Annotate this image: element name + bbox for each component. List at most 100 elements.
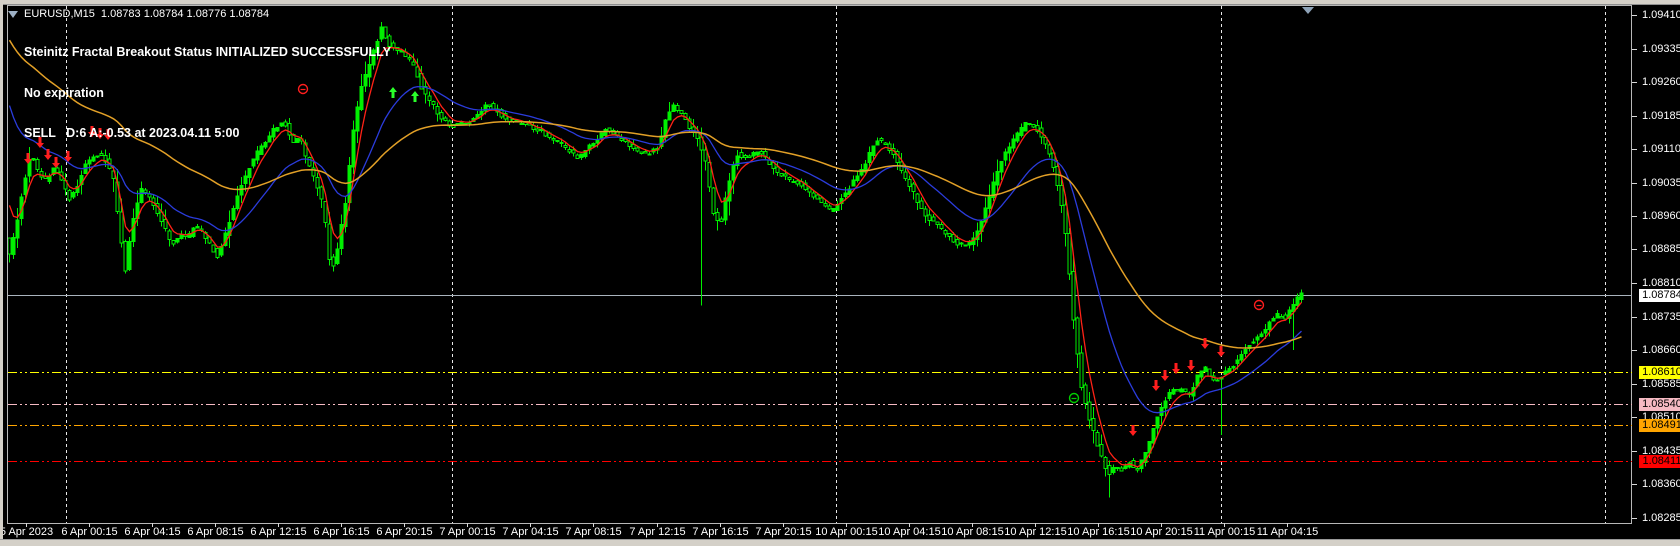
price-tick-label: 1.08960	[1642, 209, 1680, 222]
candle-body	[963, 244, 968, 247]
candle-body	[143, 189, 148, 193]
candle-body	[791, 180, 796, 184]
candle-body	[639, 151, 644, 154]
candle-body	[1223, 370, 1228, 375]
candle-body	[883, 142, 888, 145]
candle-body	[71, 192, 76, 198]
price-tick-label: 1.09185	[1642, 109, 1680, 122]
candle-body	[815, 194, 820, 200]
candle-body	[1115, 466, 1120, 470]
candle-body	[879, 137, 884, 141]
candle-body	[1167, 392, 1172, 400]
candle-body	[127, 241, 132, 270]
candle-body	[951, 234, 956, 243]
candle-body	[835, 204, 840, 211]
time-axis-label: 10 Apr 08:15	[941, 526, 1004, 538]
chart-area[interactable]: EURUSD,M15 1.08783 1.08784 1.08776 1.0878…	[0, 4, 1680, 539]
sell-arrow-icon	[1187, 360, 1195, 371]
time-axis-label: 11 Apr 00:15	[1193, 526, 1256, 538]
candle-body	[1119, 467, 1124, 472]
candle-body	[147, 193, 152, 198]
candle-body	[875, 140, 880, 146]
sell-arrow-icon	[1152, 380, 1160, 391]
candle-body	[959, 242, 964, 245]
candle-body	[1267, 321, 1272, 331]
candle-body	[175, 238, 180, 243]
candle-body	[551, 138, 556, 141]
candle-body	[139, 188, 144, 204]
candle-body	[1207, 368, 1212, 377]
candle-body	[939, 224, 944, 230]
candle-body	[911, 183, 916, 193]
candle-body	[935, 221, 940, 226]
time-axis-label: 7 Apr 12:15	[629, 526, 686, 538]
candle-body	[1235, 359, 1240, 364]
candle-body	[15, 219, 20, 239]
level-price-tag: 1.08540	[1639, 398, 1680, 411]
candle-body	[743, 154, 748, 159]
candle-body	[999, 161, 1004, 173]
candle-body	[427, 95, 432, 102]
candle-body	[331, 256, 336, 267]
time-axis-label: 10 Apr 00:15	[815, 526, 878, 538]
candle-body	[1163, 400, 1168, 409]
candle-body	[1031, 124, 1036, 128]
candle-body	[1019, 127, 1024, 137]
candle-body	[539, 128, 544, 132]
indicator-status-line: Steinitz Fractal Breakout Status INITIAL…	[24, 45, 391, 59]
candle-body	[1199, 370, 1204, 378]
candle-body	[231, 208, 236, 221]
candle-body	[823, 203, 828, 207]
candle-body	[1151, 428, 1156, 444]
smiley-icon	[1068, 392, 1080, 404]
candle-body	[1259, 333, 1264, 337]
candle-body	[571, 149, 576, 154]
candle-body	[695, 132, 700, 140]
candle-body	[411, 61, 416, 66]
candle-body	[987, 196, 992, 209]
candle-body	[739, 151, 744, 158]
candle-body	[1231, 366, 1236, 369]
candle-body	[1275, 312, 1280, 319]
candle-body	[643, 150, 648, 154]
candle-body	[1071, 270, 1076, 321]
candle-body	[407, 56, 412, 60]
candle-body	[247, 168, 252, 179]
candle-body	[1007, 146, 1012, 154]
candle-body	[1135, 468, 1140, 471]
candle-body	[195, 226, 200, 229]
window-frame-top	[0, 0, 1680, 5]
candle-body	[439, 112, 444, 120]
price-tick-label: 1.08660	[1642, 343, 1680, 356]
symbol-marker-icon[interactable]	[8, 10, 18, 18]
time-axis-label: 6 Apr 08:15	[187, 526, 244, 538]
candle-body	[671, 104, 676, 112]
candle-body	[1015, 132, 1020, 142]
candle-body	[327, 223, 332, 260]
indicator-expiration-line: No expiration	[24, 85, 104, 100]
time-axis-label: 6 Apr 04:15	[124, 526, 181, 538]
candle-body	[751, 152, 756, 157]
price-tick-label: 1.09410	[1642, 8, 1680, 21]
candle-body	[575, 154, 580, 160]
candle-body	[487, 104, 492, 107]
candle-body	[1091, 418, 1096, 432]
candle-body	[443, 117, 448, 122]
candle-body	[915, 193, 920, 203]
current-price-tag: 1.08784	[1639, 289, 1680, 302]
candle-body	[955, 239, 960, 246]
level-price-tag: 1.08491	[1639, 419, 1680, 432]
level-price-tag: 1.08411	[1639, 455, 1680, 468]
candle-body	[179, 234, 184, 240]
candle-body	[1011, 138, 1016, 149]
candle-body	[947, 232, 952, 237]
candle-body	[1075, 317, 1080, 355]
price-tick-label: 1.08360	[1642, 477, 1680, 490]
candle-body	[1255, 336, 1260, 341]
candle-body	[867, 152, 872, 164]
mt4-chart-window: EURUSD,M15 1.08783 1.08784 1.08776 1.0878…	[0, 0, 1680, 546]
time-axis-label: 5 Apr 2023	[0, 526, 54, 538]
candle-body	[603, 129, 608, 137]
candle-body	[131, 217, 136, 243]
candle-body	[239, 184, 244, 196]
